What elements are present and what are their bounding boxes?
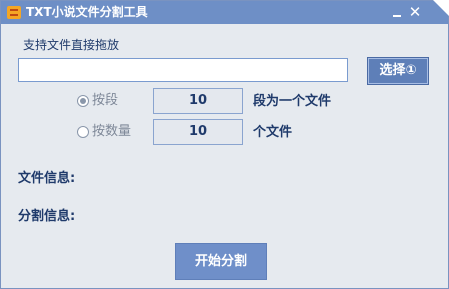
title-bar[interactable]: TXT小说文件分割工具 ✕: [1, 1, 448, 24]
window-title: TXT小说文件分割工具: [26, 5, 148, 19]
file-path-input[interactable]: [18, 58, 348, 82]
file-count-field[interactable]: 10: [153, 119, 243, 145]
by-count-suffix: 个文件: [253, 125, 293, 140]
minimize-icon: [393, 15, 401, 17]
split-info-label: 分割信息:: [18, 209, 76, 224]
start-split-button[interactable]: 开始分割: [175, 243, 267, 280]
close-button[interactable]: ✕: [406, 4, 424, 21]
radio-unchecked-icon[interactable]: [77, 126, 89, 138]
by-paragraph-suffix: 段为一个文件: [253, 94, 332, 109]
app-window: TXT小说文件分割工具 ✕ 支持文件直接拖放 选择① 按段 10 段为一个文件 …: [0, 0, 449, 289]
by-count-label[interactable]: 按数量: [92, 124, 131, 139]
by-paragraph-label[interactable]: 按段: [92, 93, 118, 108]
file-info-label: 文件信息:: [18, 171, 76, 186]
drag-drop-hint: 支持文件直接拖放: [23, 38, 120, 52]
txt-app-icon: [7, 6, 21, 19]
close-icon: ✕: [408, 3, 422, 21]
minimize-button[interactable]: [388, 4, 406, 21]
select-file-button[interactable]: 选择①: [367, 57, 429, 85]
paragraph-count-field[interactable]: 10: [153, 88, 243, 114]
radio-checked-icon[interactable]: [77, 95, 89, 107]
corner-fold-decoration: [433, 0, 449, 16]
